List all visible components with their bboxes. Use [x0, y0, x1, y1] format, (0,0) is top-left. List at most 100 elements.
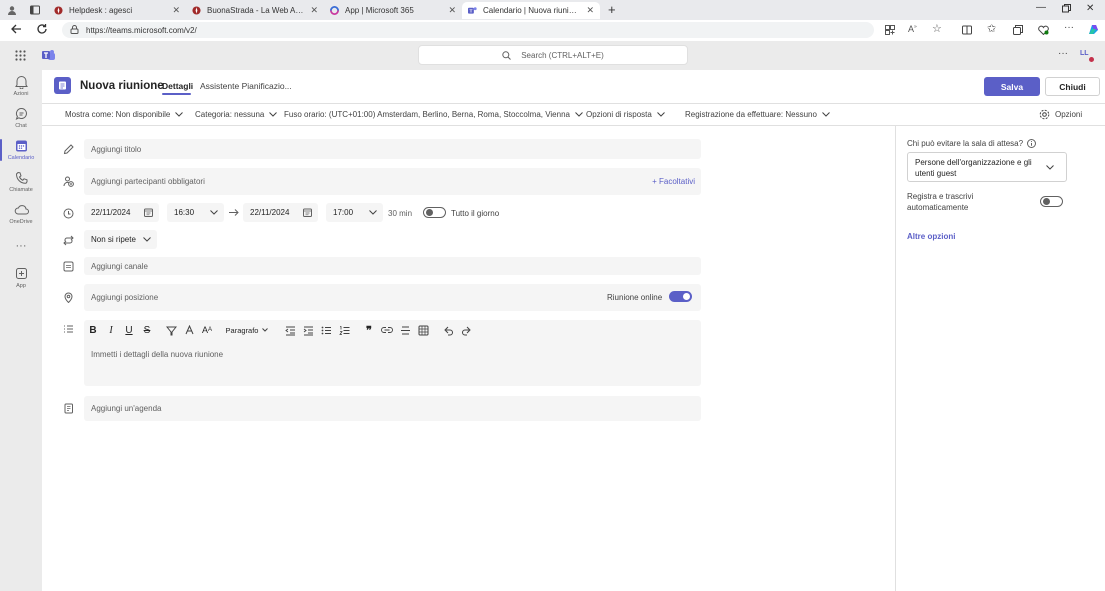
close-tab-icon[interactable]: ✕	[172, 5, 180, 16]
more-options-link[interactable]: Altre opzioni	[907, 232, 955, 241]
attendees-input[interactable]: Aggiungi partecipanti obbligatori + Faco…	[84, 168, 701, 195]
read-aloud-icon[interactable]: A»	[908, 24, 917, 34]
all-day-toggle[interactable]	[423, 207, 446, 218]
chevron-down-icon	[269, 112, 278, 117]
avatar[interactable]: LL	[1080, 49, 1094, 63]
bold-button[interactable]: B	[86, 323, 100, 337]
start-date-picker[interactable]: 22/11/2024	[84, 203, 159, 222]
end-time-value: 17:00	[333, 208, 354, 217]
end-time-dropdown[interactable]: 17:00	[326, 203, 383, 222]
highlight-button[interactable]	[164, 323, 178, 337]
quote-button[interactable]: ❞	[362, 323, 376, 337]
svg-text:T: T	[469, 9, 472, 15]
duration-label: 30 min	[388, 209, 413, 218]
rail-item-calendario[interactable]: Calendario	[0, 139, 42, 161]
browser-essentials-icon[interactable]	[1038, 25, 1049, 35]
info-icon[interactable]	[1027, 139, 1037, 148]
show-as-dropdown[interactable]: Mostra come: Non disponibile	[65, 110, 184, 119]
app-available-icon[interactable]	[885, 25, 895, 35]
restore-icon[interactable]	[1062, 4, 1071, 13]
italic-button[interactable]: I	[104, 323, 118, 337]
close-button[interactable]: Chiudi	[1045, 77, 1100, 96]
location-input[interactable]: Aggiungi posizione Riunione online	[84, 284, 701, 311]
rail-item-chat[interactable]: Chat	[0, 107, 42, 129]
channel-input[interactable]: Aggiungi canale	[84, 257, 701, 275]
end-date-picker[interactable]: 22/11/2024	[243, 203, 318, 222]
options-button[interactable]: Opzioni	[1039, 109, 1082, 120]
increase-indent-button[interactable]	[301, 323, 315, 337]
strikethrough-button[interactable]: S	[140, 323, 154, 337]
auto-record-toggle[interactable]	[1040, 196, 1063, 207]
horizontal-rule-button[interactable]	[398, 323, 412, 337]
refresh-icon[interactable]	[36, 23, 48, 35]
chevron-down-icon	[210, 210, 218, 215]
close-window-icon[interactable]: ✕	[1086, 3, 1094, 14]
back-icon[interactable]	[10, 23, 22, 35]
phone-icon	[15, 171, 27, 184]
url-field[interactable]: https://teams.microsoft.com/v2/	[62, 22, 874, 38]
title-input[interactable]: Aggiungi titolo	[84, 139, 701, 159]
link-button[interactable]	[380, 323, 394, 337]
category-dropdown[interactable]: Categoria: nessuna	[195, 110, 278, 119]
close-tab-icon[interactable]: ✕	[586, 5, 594, 16]
timezone-dropdown[interactable]: Fuso orario: (UTC+01:00) Amsterdam, Berl…	[284, 110, 583, 119]
underline-button[interactable]: U	[122, 323, 136, 337]
tab-actions-icon[interactable]	[30, 5, 40, 15]
tab-assistente-pianificazione[interactable]: Assistente Pianificazio...	[200, 81, 292, 91]
save-button[interactable]: Salva	[984, 77, 1040, 96]
status-busy-icon	[1089, 57, 1094, 62]
tab-dettagli[interactable]: Dettagli	[162, 81, 193, 91]
recording-dropdown[interactable]: Registrazione da effettuare: Nessuno	[685, 110, 830, 119]
details-list-icon	[64, 325, 73, 333]
close-tab-icon[interactable]: ✕	[448, 5, 456, 16]
more-apps-icon[interactable]: ···	[0, 240, 42, 252]
title-placeholder: Aggiungi titolo	[91, 144, 142, 154]
collections-icon[interactable]	[1013, 25, 1023, 35]
profile-icon[interactable]	[7, 5, 17, 15]
settings-more-icon[interactable]: ···	[1058, 48, 1068, 59]
rail-item-app[interactable]: App	[0, 267, 42, 289]
more-icon[interactable]: ···	[1064, 22, 1074, 33]
browser-tab-title: BuonaStrada - La Web Application	[207, 6, 305, 15]
online-meeting-toggle[interactable]	[669, 291, 692, 302]
lobby-label-row: Chi può evitare la sala di attesa?	[907, 139, 1037, 148]
category-label: Categoria: nessuna	[195, 110, 265, 119]
site-info-icon[interactable]	[70, 25, 79, 34]
start-time-dropdown[interactable]: 16:30	[167, 203, 224, 222]
browser-tab-helpdesk[interactable]: Helpdesk : agesci ✕	[48, 2, 186, 19]
undo-button[interactable]	[441, 323, 455, 337]
numbered-list-button[interactable]	[337, 323, 351, 337]
bullet-list-button[interactable]	[319, 323, 333, 337]
decrease-indent-button[interactable]	[283, 323, 297, 337]
close-tab-icon[interactable]: ✕	[310, 5, 318, 16]
insert-table-button[interactable]	[416, 323, 430, 337]
app-launcher-icon[interactable]	[15, 50, 26, 61]
arrow-right-icon	[229, 209, 239, 216]
minimize-icon[interactable]: —	[1036, 2, 1046, 13]
font-size-button[interactable]: AA	[200, 323, 214, 337]
font-color-button[interactable]	[182, 323, 196, 337]
copilot-icon[interactable]	[1087, 23, 1100, 36]
location-pin-icon	[64, 292, 73, 303]
rail-item-chiamate[interactable]: Chiamate	[0, 171, 42, 193]
browser-tab-m365[interactable]: App | Microsoft 365 ✕	[324, 2, 462, 19]
repeat-dropdown[interactable]: Non si ripete	[84, 230, 157, 249]
agenda-input[interactable]: Aggiungi un'agenda	[84, 396, 701, 421]
split-screen-icon[interactable]	[962, 25, 972, 35]
new-tab-icon[interactable]: +	[608, 3, 616, 16]
rail-item-azioni[interactable]: Azioni	[0, 75, 42, 97]
optional-attendees-link[interactable]: + Facoltativi	[652, 177, 695, 186]
meeting-editor: Nuova riunione Dettagli Assistente Piani…	[42, 70, 1105, 591]
page-title: Nuova riunione	[80, 80, 164, 92]
browser-tab-buonastrada[interactable]: BuonaStrada - La Web Application ✕	[186, 2, 324, 19]
paragraph-dropdown[interactable]: Paragrafo	[225, 323, 269, 337]
response-options-dropdown[interactable]: Opzioni di risposta	[586, 110, 665, 119]
search-input[interactable]: Search (CTRL+ALT+E)	[418, 45, 688, 65]
favorite-star-icon[interactable]: ☆	[932, 24, 942, 35]
favorites-icon[interactable]: ✩	[987, 24, 996, 35]
browser-tab-calendario[interactable]: T Calendario | Nuova riunione | Microsof…	[462, 2, 600, 19]
rail-item-onedrive[interactable]: OneDrive	[0, 203, 42, 225]
rail-label: Chat	[15, 123, 27, 129]
redo-button[interactable]	[459, 323, 473, 337]
lobby-dropdown[interactable]: Persone dell'organizzazione e gli utenti…	[907, 152, 1067, 182]
